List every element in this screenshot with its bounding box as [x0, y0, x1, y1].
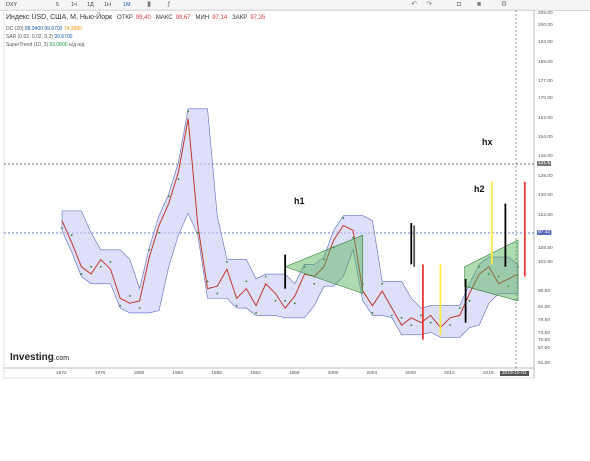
sar-dot	[119, 304, 122, 307]
y-tick-label: 205.00	[538, 11, 553, 16]
sar-dot	[245, 280, 248, 283]
y-tick-label: 193.00	[538, 40, 553, 46]
y-tick-label: 70.50	[538, 337, 551, 343]
y-tick-label: 122.00	[538, 212, 553, 218]
x-tick-label: 1988	[211, 371, 222, 376]
sar-dot	[410, 324, 413, 327]
y-tick-label: 73.50	[538, 330, 551, 336]
sar-dot	[206, 280, 209, 283]
y-tick-label: 185.00	[538, 59, 553, 65]
y-tick-label: 102.50	[538, 260, 553, 266]
x-tick-label: 2016	[482, 371, 494, 376]
sar-dot	[381, 282, 384, 285]
y-tick-label: 138.00	[538, 173, 553, 179]
sar-dot	[420, 314, 422, 317]
annotation-h2[interactable]: h2	[474, 184, 485, 194]
y-tick-label: 78.50	[538, 318, 551, 324]
sar-dot	[284, 299, 287, 302]
sar-dot	[177, 178, 180, 181]
x-tick-label: 2012	[444, 371, 455, 376]
sar-dot	[216, 292, 219, 295]
sar-dot	[400, 316, 403, 319]
x-tick-label: 1992	[250, 371, 261, 376]
y-tick-label: 146.00	[538, 154, 553, 160]
sar-dot	[293, 302, 296, 305]
x-tick-label: 2004	[366, 371, 378, 376]
y-tick-label: 61.00	[538, 361, 551, 366]
logo-brand: Investing	[10, 352, 54, 363]
price-chart[interactable]	[0, 0, 590, 461]
sar-dot	[342, 217, 345, 220]
sar-dot	[449, 324, 451, 327]
sar-dot	[99, 265, 102, 268]
annotation-h1[interactable]: h1	[294, 196, 305, 206]
sar-dot	[109, 261, 112, 263]
logo-suffix: .com	[53, 355, 70, 362]
y-tick-label: 84.00	[538, 305, 551, 311]
sar-dot	[129, 295, 131, 297]
y-tick-label: 67.00	[538, 346, 551, 352]
sar-dot	[390, 314, 393, 317]
annotation-hx[interactable]: hx	[482, 137, 493, 147]
x-tick-label: 2000	[327, 371, 339, 376]
current-price-tag: 97.42	[537, 230, 552, 235]
sar-dot	[226, 261, 228, 263]
y-tick-label: 162.00	[538, 115, 553, 121]
x-tick-label: 1972	[56, 371, 67, 376]
current-date-tag: 2019-10-01	[500, 371, 529, 376]
sar-dot	[90, 265, 93, 268]
sar-dot	[352, 236, 354, 239]
y-tick-label: 90.50	[538, 289, 551, 295]
sar-dot	[371, 312, 374, 314]
sar-dot	[255, 312, 257, 314]
sar-dot	[458, 307, 461, 309]
y-tick-label: 170.00	[538, 96, 553, 102]
sar-dot	[148, 248, 151, 251]
sar-dot	[468, 299, 471, 302]
y-tick-label: 108.50	[538, 245, 553, 251]
sar-dot	[70, 234, 73, 237]
x-tick-label: 1984	[172, 371, 184, 376]
y-tick-label: 200.00	[538, 23, 553, 29]
y-tick-label: 154.00	[538, 134, 553, 140]
sar-dot	[264, 275, 267, 278]
hline-price-tag: 121.5	[537, 161, 552, 166]
sar-dot	[167, 195, 170, 198]
sar-dot	[61, 226, 63, 229]
sar-dot	[196, 231, 199, 234]
y-tick-label: 177.00	[538, 79, 553, 85]
x-tick-label: 1976	[94, 371, 106, 376]
sar-dot	[158, 231, 160, 234]
sar-dot	[429, 321, 432, 324]
y-tick-label: 130.00	[538, 193, 553, 199]
investing-logo: Investing.com	[10, 352, 69, 363]
sar-dot	[187, 110, 190, 113]
sar-dot	[138, 307, 141, 309]
sar-dot	[313, 282, 316, 285]
x-tick-label: 2008	[405, 371, 416, 376]
sar-dot	[274, 299, 277, 302]
sar-dot	[80, 273, 83, 275]
sar-dot	[235, 304, 238, 307]
x-tick-label: 1996	[288, 371, 300, 376]
x-tick-label: 1980	[133, 371, 145, 376]
